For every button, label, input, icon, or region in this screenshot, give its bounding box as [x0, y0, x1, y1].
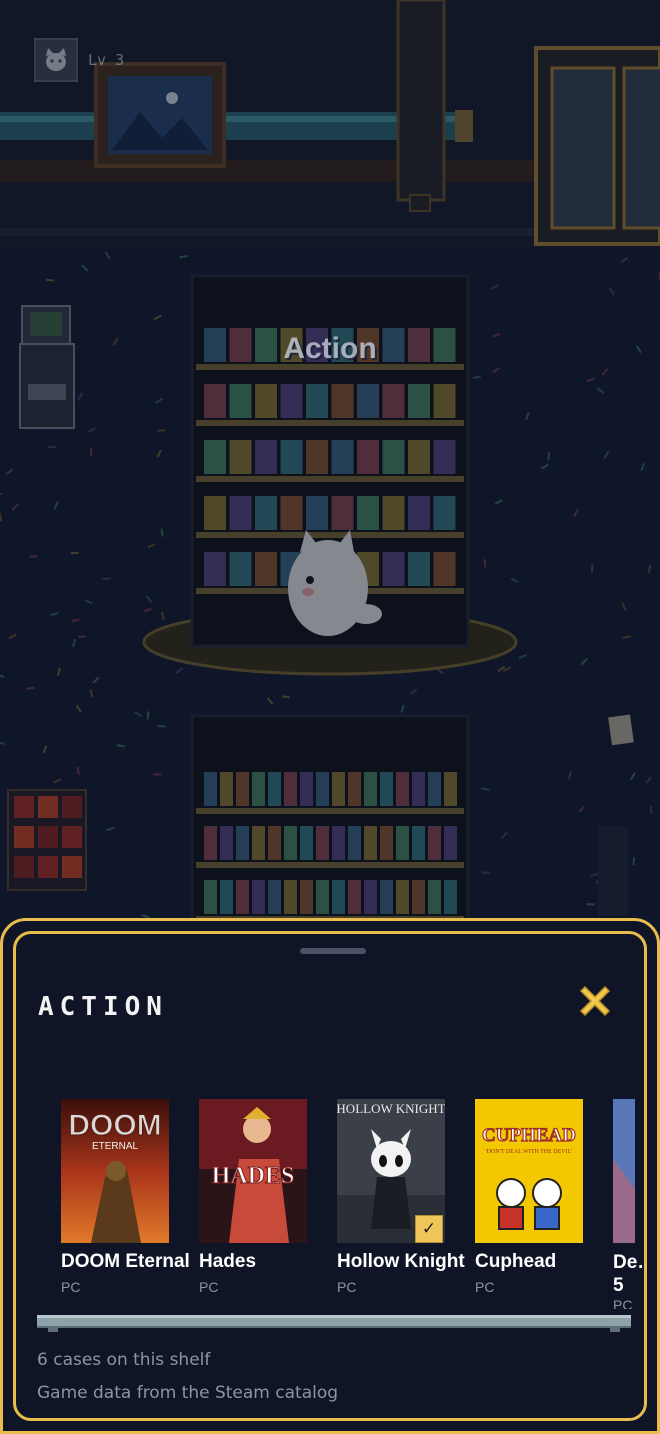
svg-text:HOLLOW KNIGHT: HOLLOW KNIGHT — [337, 1101, 445, 1116]
close-x-icon — [579, 985, 611, 1017]
game-platform: PC — [613, 1297, 633, 1309]
player-hud: Lv 3 — [34, 38, 124, 82]
svg-text:DOOM: DOOM — [68, 1109, 161, 1142]
owned-check-icon: ✓ — [415, 1215, 443, 1243]
player-level: Lv 3 — [88, 51, 125, 69]
svg-text:CUPHEAD: CUPHEAD — [482, 1125, 576, 1146]
drag-handle[interactable] — [300, 948, 366, 954]
display-shelf-plank — [37, 1315, 631, 1328]
shelf-detail-panel: ACTION DOOM ETERNAL DOOM Eternal PC HADE… — [0, 918, 660, 1434]
game-list: DOOM ETERNAL DOOM Eternal PC HADES Hades… — [16, 1099, 644, 1339]
shelf-bracket — [610, 1326, 620, 1332]
shelf-title: ACTION — [38, 992, 168, 1022]
game-platform: PC — [199, 1279, 219, 1295]
shelf-sign-action[interactable]: Action — [270, 332, 390, 366]
game-platform: PC — [337, 1279, 357, 1295]
game-cover-cuphead[interactable]: CUPHEAD 'DON'T DEAL WITH THE DEVIL' — [475, 1099, 583, 1243]
game-title: De… 5 — [613, 1252, 644, 1296]
game-title: Hollow Knight — [337, 1251, 465, 1272]
cat-face-icon[interactable] — [34, 38, 78, 82]
svg-text:HADES: HADES — [212, 1163, 295, 1189]
game-title: Cuphead — [475, 1251, 557, 1272]
shelf-detail-frame: ACTION DOOM ETERNAL DOOM Eternal PC HADE… — [13, 931, 647, 1421]
shelf-bracket — [48, 1326, 58, 1332]
case-count: 6 cases on this shelf — [37, 1350, 211, 1370]
svg-text:'DON'T DEAL WITH THE DEVIL': 'DON'T DEAL WITH THE DEVIL' — [486, 1149, 573, 1155]
game-card-partial[interactable]: De… 5 PC — [613, 1099, 644, 1309]
game-platform: PC — [475, 1279, 495, 1295]
data-source-note: Game data from the Steam catalog — [37, 1383, 339, 1403]
game-cover-doom-eternal[interactable]: DOOM ETERNAL — [61, 1099, 169, 1243]
svg-text:ETERNAL: ETERNAL — [92, 1141, 139, 1152]
close-button[interactable] — [578, 984, 612, 1018]
game-cover-hades[interactable]: HADES — [199, 1099, 307, 1243]
game-cover-partial[interactable] — [613, 1099, 635, 1243]
game-platform: PC — [61, 1279, 81, 1295]
game-title: DOOM Eternal — [61, 1251, 190, 1272]
game-title: Hades — [199, 1251, 257, 1272]
